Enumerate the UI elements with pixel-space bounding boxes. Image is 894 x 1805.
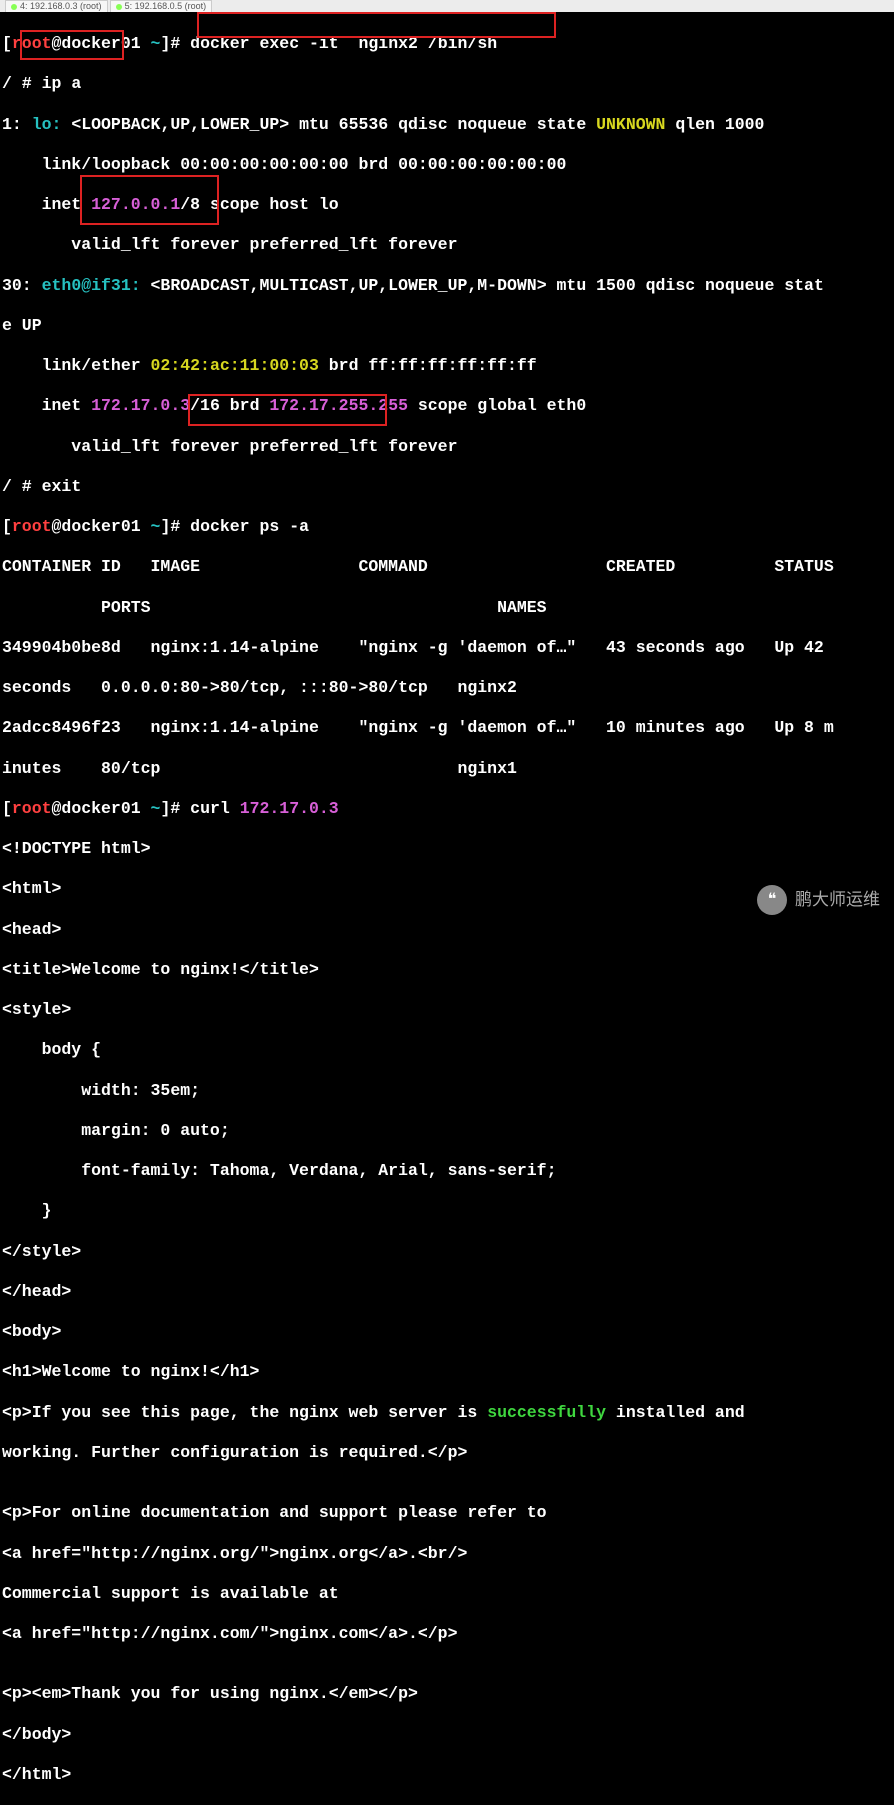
ip-output: 1: lo: <LOOPBACK,UP,LOWER_UP> mtu 65536 …	[2, 115, 894, 135]
curl-output: <a href="http://nginx.org/">nginx.org</a…	[2, 1544, 894, 1564]
ip-output: link/ether 02:42:ac:11:00:03 brd ff:ff:f…	[2, 356, 894, 376]
curl-output: width: 35em;	[2, 1081, 894, 1101]
curl-output: <style>	[2, 1000, 894, 1020]
ip-output: 30: eth0@if31: <BROADCAST,MULTICAST,UP,L…	[2, 276, 894, 296]
curl-output: <p>For online documentation and support …	[2, 1503, 894, 1523]
sh-prompt: / # ip a	[2, 74, 894, 94]
watermark: ❝ 鹏大师运维	[757, 885, 880, 915]
curl-output: <!DOCTYPE html>	[2, 839, 894, 859]
ip-output: inet 172.17.0.3/16 brd 172.17.255.255 sc…	[2, 396, 894, 416]
ps-header: PORTS NAMES	[2, 598, 894, 618]
curl-output: Commercial support is available at	[2, 1584, 894, 1604]
sh-prompt: / # exit	[2, 477, 894, 497]
ps-row: 349904b0be8d nginx:1.14-alpine "nginx -g…	[2, 638, 894, 658]
curl-output: <head>	[2, 920, 894, 940]
curl-output: <a href="http://nginx.com/">nginx.com</a…	[2, 1624, 894, 1644]
curl-output: </html>	[2, 1765, 894, 1785]
curl-output: <h1>Welcome to nginx!</h1>	[2, 1362, 894, 1382]
terminal-tab-1[interactable]: 4: 192.168.0.3 (root)	[5, 0, 108, 12]
prompt-line: [root@docker01 ~]# docker exec -it nginx…	[2, 34, 894, 54]
curl-output: <p><em>Thank you for using nginx.</em></…	[2, 1684, 894, 1704]
command-curl: curl	[190, 799, 240, 818]
curl-output: </head>	[2, 1282, 894, 1302]
prompt-line: [root@docker01 ~]# docker ps -a	[2, 517, 894, 537]
curl-output: body {	[2, 1040, 894, 1060]
curl-output: <body>	[2, 1322, 894, 1342]
command-exit: exit	[42, 477, 82, 496]
curl-output: margin: 0 auto;	[2, 1121, 894, 1141]
tab-bar: 4: 192.168.0.3 (root) 5: 192.168.0.5 (ro…	[0, 0, 894, 12]
prompt-line: [root@docker01 ~]# curl 172.17.0.3	[2, 799, 894, 819]
curl-output: }	[2, 1201, 894, 1221]
ps-row: seconds 0.0.0.0:80->80/tcp, :::80->80/tc…	[2, 678, 894, 698]
curl-target-ip: 172.17.0.3	[240, 799, 339, 818]
curl-output: </style>	[2, 1242, 894, 1262]
ps-header: CONTAINER ID IMAGE COMMAND CREATED STATU…	[2, 557, 894, 577]
ip-output: valid_lft forever preferred_lft forever	[2, 437, 894, 457]
terminal-tab-2[interactable]: 5: 192.168.0.5 (root)	[110, 0, 213, 12]
ip-output: valid_lft forever preferred_lft forever	[2, 235, 894, 255]
curl-output: working. Further configuration is requir…	[2, 1443, 894, 1463]
wechat-icon: ❝	[757, 885, 787, 915]
curl-output: </body>	[2, 1725, 894, 1745]
curl-output: <title>Welcome to nginx!</title>	[2, 960, 894, 980]
command-docker-ps: docker ps -a	[190, 517, 309, 536]
curl-output: <p>If you see this page, the nginx web s…	[2, 1403, 894, 1423]
curl-output: font-family: Tahoma, Verdana, Arial, san…	[2, 1161, 894, 1181]
command-docker-exec: docker exec -it nginx2 /bin/sh	[190, 34, 497, 53]
ip-output: link/loopback 00:00:00:00:00:00 brd 00:0…	[2, 155, 894, 175]
ip-output: inet 127.0.0.1/8 scope host lo	[2, 195, 894, 215]
ps-row: inutes 80/tcp nginx1	[2, 759, 894, 779]
watermark-text: 鹏大师运维	[795, 890, 880, 911]
command-ip-a: ip a	[42, 74, 82, 93]
ip-output: e UP	[2, 316, 894, 336]
ps-row: 2adcc8496f23 nginx:1.14-alpine "nginx -g…	[2, 718, 894, 738]
